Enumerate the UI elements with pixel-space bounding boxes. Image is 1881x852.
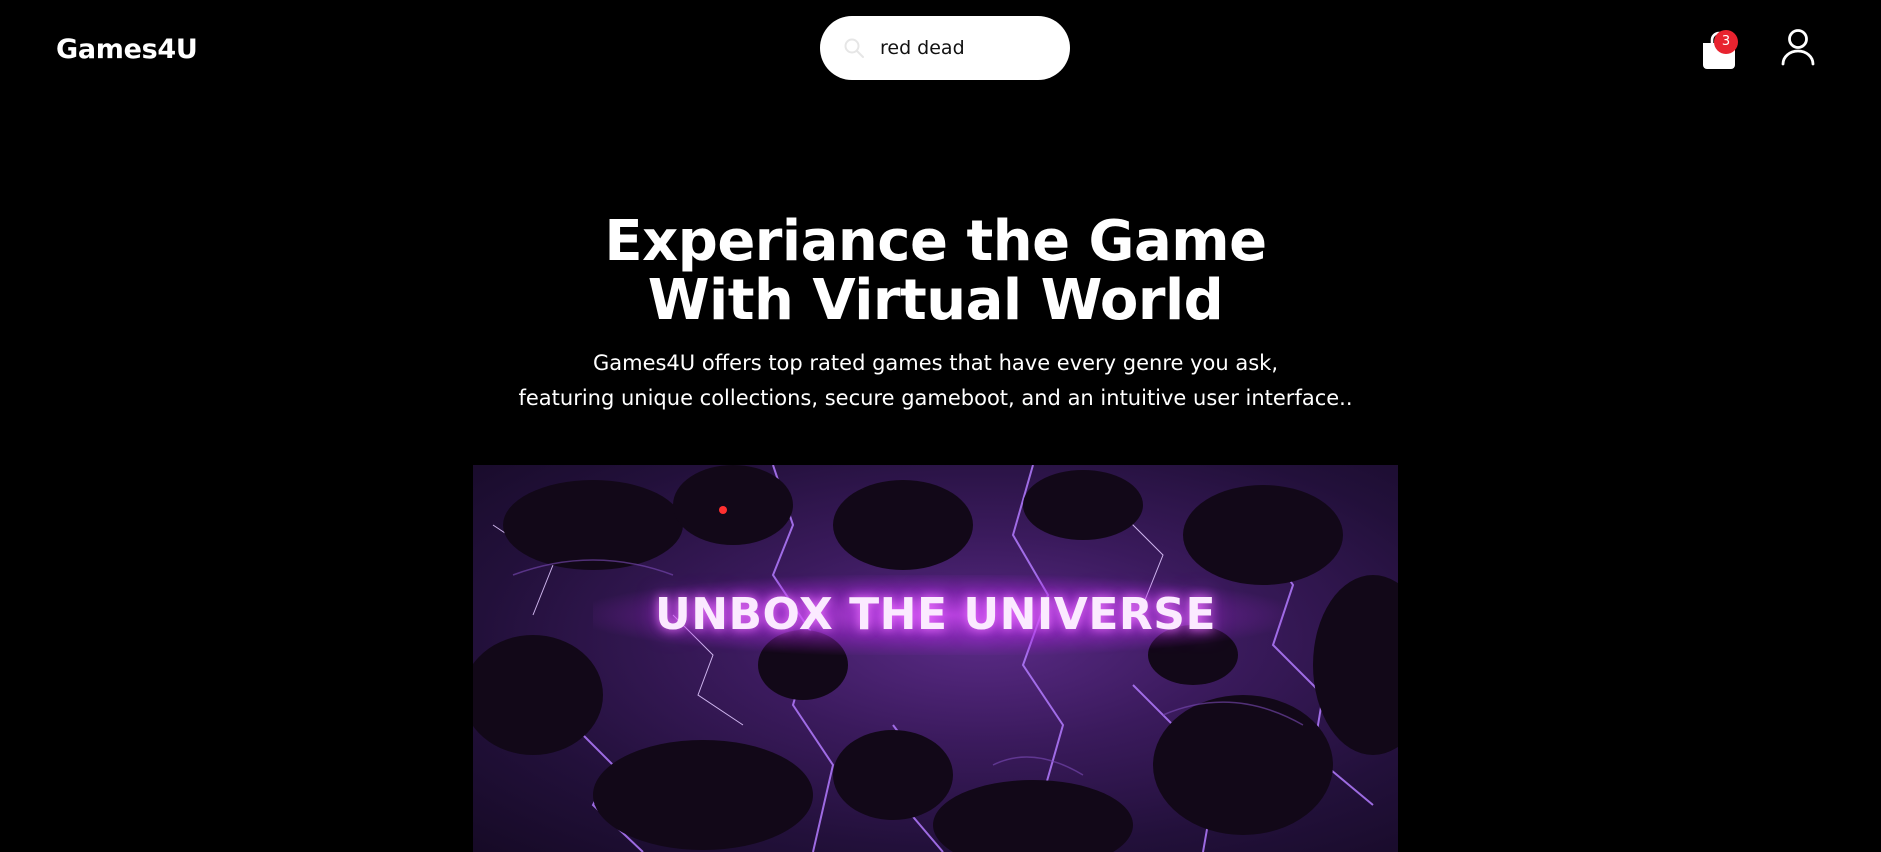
- search-bar[interactable]: [820, 16, 1070, 80]
- hero-subtitle-line-2: featuring unique collections, secure gam…: [518, 386, 1353, 410]
- hero-subtitle: Games4U offers top rated games that have…: [0, 346, 1871, 416]
- cart-count-badge: 3: [1714, 30, 1738, 54]
- hero-subtitle-line-1: Games4U offers top rated games that have…: [592, 351, 1279, 375]
- user-icon: [1781, 29, 1815, 66]
- hero-title-line-2: With Virtual World: [647, 268, 1224, 333]
- banner-artwork: [473, 465, 1398, 852]
- hero-title-line-1: Experiance the Game: [604, 209, 1267, 274]
- page: Games4U 3 Experiance the: [0, 0, 1881, 852]
- brand-logo[interactable]: Games4U: [56, 30, 198, 70]
- search-input[interactable]: [880, 30, 1056, 66]
- search-icon: [842, 36, 866, 60]
- hero-title: Experiance the Game With Virtual World: [0, 212, 1871, 330]
- top-navbar: Games4U 3: [0, 0, 1881, 100]
- banner-headline: UNBOX THE UNIVERSE: [654, 589, 1217, 640]
- hero-banner-image: UNBOX THE UNIVERSE: [473, 465, 1398, 852]
- user-account-button[interactable]: [1780, 28, 1816, 66]
